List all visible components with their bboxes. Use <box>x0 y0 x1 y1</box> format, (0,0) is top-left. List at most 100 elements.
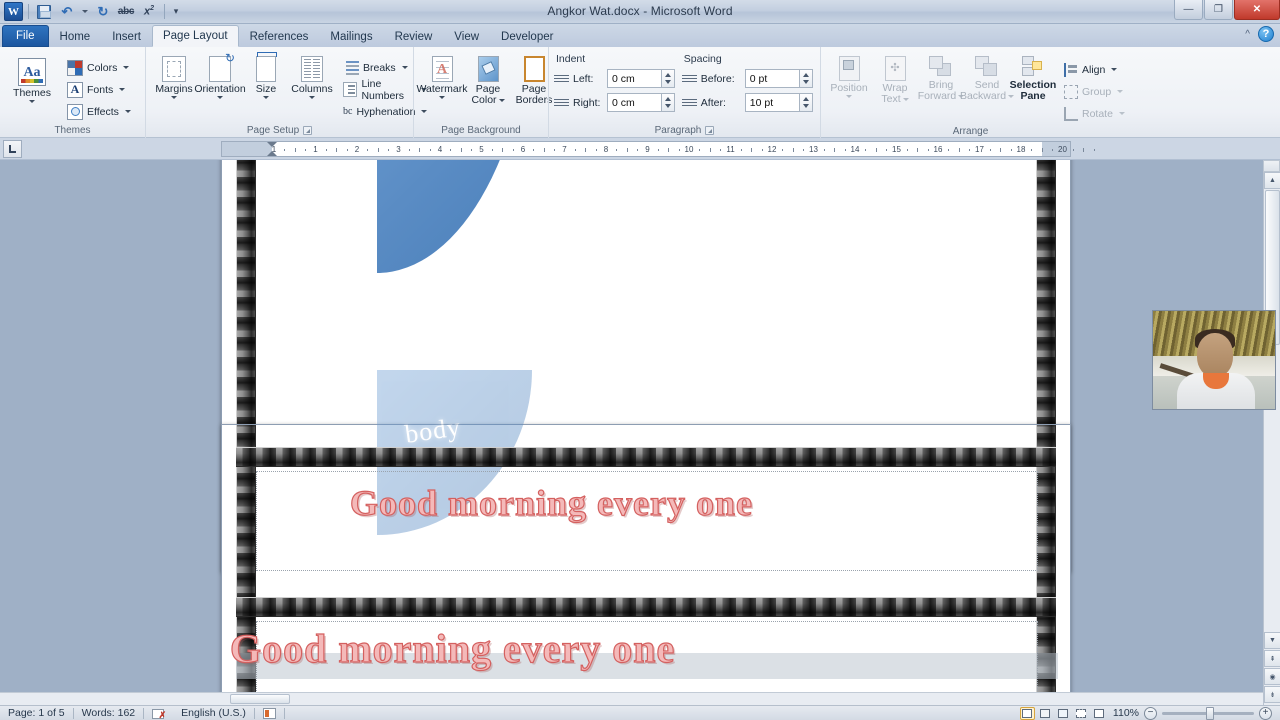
group-button[interactable]: Group <box>1060 81 1129 102</box>
tab-review[interactable]: Review <box>384 26 444 47</box>
select-browse-object-button[interactable]: ◉ <box>1264 668 1280 685</box>
ruler-number: 18 <box>1016 145 1026 154</box>
undo-dropdown-button[interactable] <box>80 2 90 22</box>
tab-file[interactable]: File <box>2 25 49 47</box>
zoom-out-button[interactable]: − <box>1144 706 1157 720</box>
spacing-before-stepper[interactable] <box>744 69 813 88</box>
scroll-down-button[interactable]: ▼ <box>1264 632 1280 649</box>
orientation-button[interactable]: Orientation <box>194 53 246 100</box>
page-color-button[interactable]: Page Color <box>465 55 511 107</box>
indent-left-input[interactable] <box>607 69 661 88</box>
page-setup-dialog-launcher[interactable] <box>303 126 313 135</box>
indent-left-stepper[interactable] <box>607 69 675 88</box>
ruler-tick <box>419 148 421 152</box>
breaks-icon <box>343 60 359 75</box>
indent-left-spin-buttons[interactable] <box>661 69 675 88</box>
vertical-scrollbar[interactable]: ▲ ▼ ⇞ ◉ ⇟ <box>1263 160 1280 705</box>
redo-button[interactable]: ↻ <box>93 2 113 22</box>
tab-stop-selector[interactable] <box>3 140 22 158</box>
help-icon[interactable]: ? <box>1258 26 1274 42</box>
previous-page-button[interactable]: ⇞ <box>1264 650 1280 667</box>
ruler-tick <box>886 149 888 151</box>
macro-recording-button[interactable] <box>255 706 284 720</box>
close-button[interactable]: ✕ <box>1234 0 1280 20</box>
next-page-button[interactable]: ⇟ <box>1264 686 1280 703</box>
proofing-status[interactable] <box>144 706 173 720</box>
view-print-layout-button[interactable] <box>1019 706 1035 720</box>
tab-view[interactable]: View <box>443 26 490 47</box>
send-backward-button[interactable]: Send Backward <box>960 55 1015 103</box>
zoom-slider[interactable] <box>1162 706 1254 720</box>
wordart-text-1[interactable]: Good morning every one <box>349 482 753 524</box>
zoom-slider-knob[interactable] <box>1206 706 1214 720</box>
strikethrough-button[interactable]: abc <box>116 2 136 22</box>
horizontal-scroll-thumb[interactable] <box>230 694 290 704</box>
page-curl-shape-1[interactable]: body h <box>377 160 532 273</box>
view-outline-button[interactable] <box>1074 707 1089 720</box>
tab-references[interactable]: References <box>239 26 320 47</box>
quick-access-toolbar: W ↶ ↻ abc x2 ▾ <box>0 1 182 23</box>
horizontal-ruler[interactable]: 1 1 2 3 4 5 6 7 8 9 10 11 12 13 14 15 16 17 18 20 <box>221 141 1095 157</box>
zoom-level[interactable]: 110% <box>1113 707 1139 719</box>
save-button[interactable] <box>34 2 54 22</box>
bring-forward-button[interactable]: Bring Forward <box>918 55 965 103</box>
tab-home[interactable]: Home <box>49 26 102 47</box>
indent-right-input[interactable] <box>607 93 661 112</box>
group-label-page-setup: Page Setup <box>151 123 408 138</box>
restore-button[interactable]: ❐ <box>1204 0 1233 20</box>
minimize-button[interactable]: — <box>1174 0 1203 20</box>
ruler-tick <box>844 149 846 151</box>
columns-icon <box>301 56 323 82</box>
ruler-tick <box>948 149 950 151</box>
watermark-button[interactable]: Watermark <box>416 55 468 100</box>
rotate-button[interactable]: Rotate <box>1060 103 1129 124</box>
document-canvas[interactable]: body h body Good morning every one Good … <box>0 160 1280 705</box>
document-page-2[interactable]: body Good morning every one Good morning… <box>221 370 1071 705</box>
tab-mailings[interactable]: Mailings <box>319 26 383 47</box>
columns-button[interactable]: Columns <box>289 55 335 100</box>
view-draft-button[interactable] <box>1092 707 1107 720</box>
spacing-before-input[interactable] <box>744 69 799 88</box>
group-label-paragraph: Paragraph <box>554 123 815 138</box>
scroll-up-button[interactable]: ▲ <box>1264 172 1280 189</box>
language-indicator[interactable]: English (U.S.) <box>173 706 254 720</box>
position-button[interactable]: Position <box>826 55 872 99</box>
page-indicator[interactable]: Page: 1 of 5 <box>0 706 73 720</box>
group-label-themes: Themes <box>54 125 91 136</box>
selection-pane-button[interactable]: Selection Pane <box>1010 55 1056 103</box>
tab-developer[interactable]: Developer <box>490 26 564 47</box>
tab-insert[interactable]: Insert <box>101 26 152 47</box>
align-button[interactable]: Align <box>1060 59 1129 80</box>
theme-effects-button[interactable]: Effects <box>63 101 135 122</box>
size-button[interactable]: Size <box>243 52 289 100</box>
ruler-tick <box>471 149 473 151</box>
paragraph-dialog-launcher[interactable] <box>705 126 715 135</box>
spacing-before-spin-buttons[interactable] <box>798 69 813 88</box>
wrap-text-button[interactable]: ✣ Wrap Text <box>872 55 918 106</box>
themes-button[interactable]: Aa Themes <box>5 57 59 104</box>
theme-colors-label: Colors <box>87 61 118 74</box>
spacing-after-input[interactable] <box>744 93 799 112</box>
view-web-layout-button[interactable] <box>1056 707 1071 720</box>
tab-page-layout[interactable]: Page Layout <box>151 25 239 47</box>
chevron-down-icon <box>1117 90 1124 93</box>
horizontal-scrollbar[interactable] <box>0 692 1263 705</box>
word-count[interactable]: Words: 162 <box>74 706 144 720</box>
minimize-ribbon-icon[interactable]: ^ <box>1245 29 1250 40</box>
superscript-button[interactable]: x2 <box>139 2 159 22</box>
wordart-text-2[interactable]: Good morning every one <box>229 625 675 672</box>
customize-qat-button[interactable]: ▾ <box>170 2 182 22</box>
split-window-handle[interactable] <box>1263 160 1280 172</box>
theme-colors-button[interactable]: Colors <box>63 57 135 78</box>
watermark-label: Watermark <box>416 83 468 95</box>
ruler-tick <box>782 149 784 151</box>
spacing-after-spin-buttons[interactable] <box>798 93 813 112</box>
theme-fonts-button[interactable]: A Fonts <box>63 79 135 100</box>
zoom-in-button[interactable]: + <box>1259 706 1272 720</box>
indent-right-stepper[interactable] <box>607 93 675 112</box>
margins-button[interactable]: Margins <box>151 55 197 100</box>
indent-right-spin-buttons[interactable] <box>661 93 675 112</box>
spacing-after-stepper[interactable] <box>744 93 813 112</box>
view-full-screen-reading-button[interactable] <box>1038 707 1053 720</box>
undo-button[interactable]: ↶ <box>57 2 77 22</box>
